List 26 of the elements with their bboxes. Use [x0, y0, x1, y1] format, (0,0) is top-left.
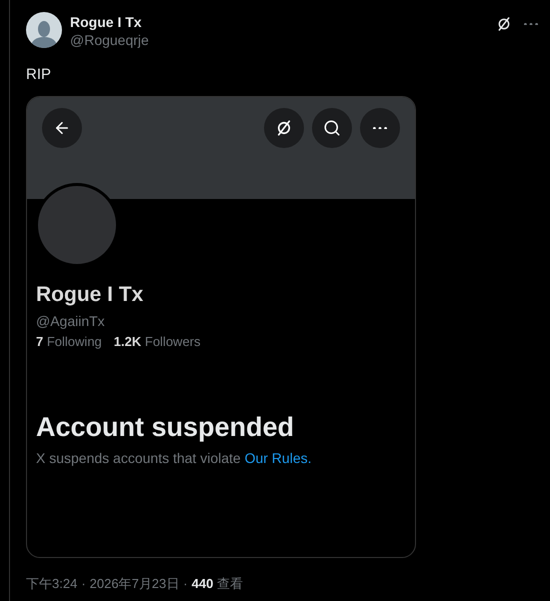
avatar[interactable]: [26, 12, 62, 48]
more-icon[interactable]: [524, 22, 538, 26]
author-handle[interactable]: @Rogueqrje: [70, 31, 149, 49]
grok-icon[interactable]: [275, 119, 293, 137]
post-time[interactable]: 下午3:24: [26, 574, 78, 594]
grok-icon[interactable]: [496, 16, 512, 32]
grok-button[interactable]: [264, 108, 304, 148]
rules-link[interactable]: Our Rules.: [244, 450, 312, 466]
more-icon: [373, 126, 387, 130]
follow-stat[interactable]: 1.2K Followers: [114, 333, 200, 351]
suspended-heading: Account suspended: [36, 411, 296, 443]
follow-stat[interactable]: 7 Following: [36, 333, 102, 351]
post-date[interactable]: 2026年7月23日: [90, 574, 180, 594]
view-count: 440 查看: [192, 575, 243, 593]
back-button[interactable]: [42, 108, 82, 148]
suspended-message: X suspends accounts that violate Our Rules.: [36, 449, 312, 467]
search-icon: [323, 119, 341, 137]
author-name[interactable]: Rogue I Tx: [70, 13, 149, 31]
profile-handle: @AgaiinTx: [36, 312, 106, 330]
separator-dot: ·: [183, 575, 188, 593]
search-button[interactable]: [312, 108, 352, 148]
person-silhouette-icon: [30, 18, 58, 48]
profile-name: Rogue I Tx: [36, 282, 144, 308]
tweet-text: RIP: [26, 65, 52, 85]
embedded-screenshot[interactable]: Rogue I Tx @AgaiinTx 7 Following 1.2K Followers Account suspended X suspends accounts that violate Our Rules.: [26, 96, 416, 558]
separator-dot: ·: [81, 575, 86, 593]
